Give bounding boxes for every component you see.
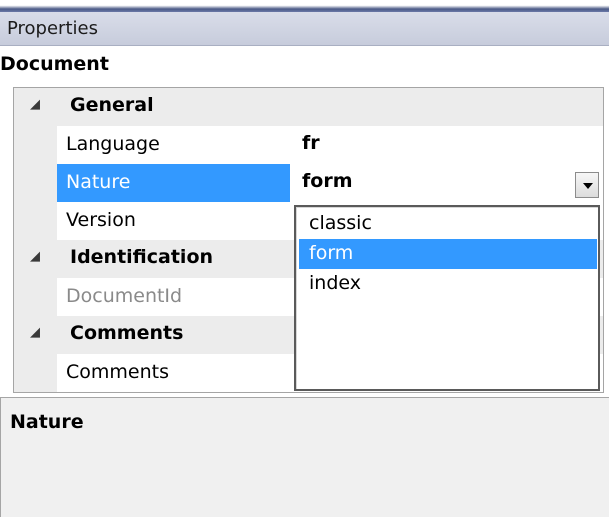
option-label: index <box>309 272 361 294</box>
dropdown-option-classic[interactable]: classic <box>299 209 597 239</box>
description-title: Nature <box>10 411 84 433</box>
category-label: General <box>70 94 154 116</box>
collapse-triangle-icon[interactable]: ◢ <box>30 325 40 340</box>
category-label: Comments <box>70 322 184 344</box>
property-name-cell[interactable]: DocumentId <box>57 278 290 316</box>
property-row-nature[interactable]: Nature form <box>14 164 603 202</box>
panel-title-bar: Properties <box>0 12 609 46</box>
panel-title: Properties <box>7 18 98 39</box>
dropdown-option-index[interactable]: index <box>299 269 597 299</box>
property-value-cell[interactable]: fr <box>290 126 603 164</box>
collapse-triangle-icon[interactable]: ◢ <box>30 97 40 112</box>
selected-object-label: Document <box>0 47 609 87</box>
window-top-edge <box>0 0 609 12</box>
option-label: classic <box>309 212 372 234</box>
property-row-language[interactable]: Language fr <box>14 126 603 164</box>
property-name-cell-selected[interactable]: Nature <box>57 164 290 202</box>
property-value: form <box>302 170 353 192</box>
object-name: Document <box>0 53 109 75</box>
option-label: form <box>309 242 354 264</box>
property-name: Nature <box>66 171 131 193</box>
property-value: fr <box>302 132 320 154</box>
property-name: DocumentId <box>66 285 183 307</box>
description-pane: Nature <box>0 397 609 517</box>
property-name-cell[interactable]: Language <box>57 126 290 164</box>
property-name-cell[interactable]: Version <box>57 202 290 240</box>
nature-dropdown-list[interactable]: classic form index <box>294 205 600 391</box>
chevron-down-icon <box>583 183 593 189</box>
dropdown-button[interactable] <box>575 172 599 198</box>
property-value-editor[interactable]: form <box>290 164 603 202</box>
properties-panel: Properties Document ◢ General Language f… <box>0 0 609 517</box>
category-general[interactable]: ◢ General <box>14 88 603 126</box>
property-name: Comments <box>66 361 169 383</box>
dropdown-option-form[interactable]: form <box>299 239 597 269</box>
property-name: Language <box>66 133 160 155</box>
property-name-cell[interactable]: Comments <box>57 354 290 392</box>
collapse-triangle-icon[interactable]: ◢ <box>30 249 40 264</box>
category-label: Identification <box>70 246 214 268</box>
property-name: Version <box>66 209 136 231</box>
